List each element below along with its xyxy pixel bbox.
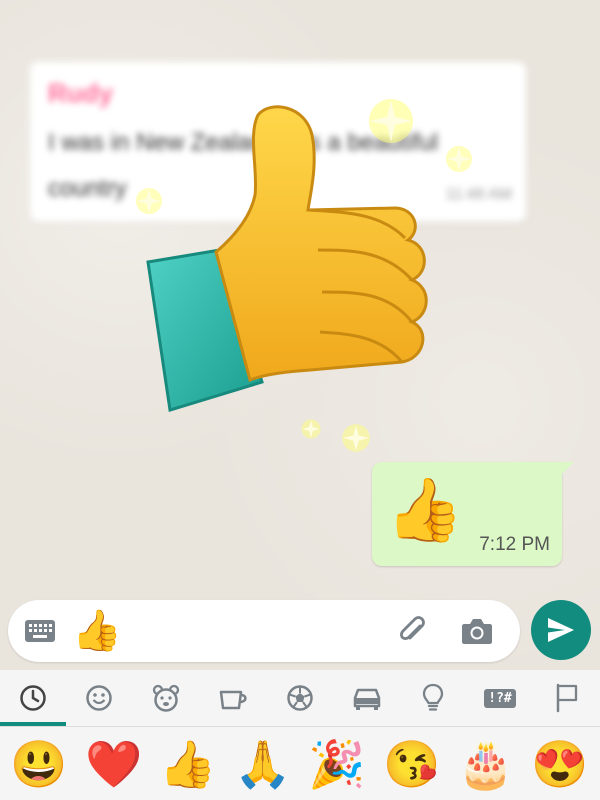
clock-icon (20, 685, 46, 711)
send-icon (548, 618, 574, 642)
tab-symbols[interactable]: !?# (478, 678, 522, 718)
soccer-ball-icon (287, 685, 313, 711)
sparkle-icon (136, 188, 162, 214)
paperclip-icon[interactable] (396, 614, 430, 648)
message-input-bar[interactable]: 👍 (8, 600, 520, 662)
emoji-red-heart[interactable]: ❤️ (81, 734, 147, 794)
car-icon (353, 688, 381, 710)
symbols-icon: !?# (484, 688, 516, 708)
flag-icon (556, 683, 578, 713)
tab-objects[interactable] (411, 678, 455, 718)
tab-animals[interactable] (144, 678, 188, 718)
lightbulb-icon (422, 683, 444, 711)
thumbs-up-animation-icon (146, 105, 428, 412)
tab-smileys[interactable] (77, 678, 121, 718)
message-time: 7:12 PM (479, 534, 550, 555)
tab-flags[interactable] (545, 678, 589, 718)
keyboard-icon[interactable] (24, 618, 56, 644)
emoji-heart-eyes[interactable]: 😍 (527, 734, 593, 794)
sparkle-icon (342, 424, 370, 452)
message-emoji: 👍 (386, 476, 464, 545)
tab-recent[interactable] (11, 678, 55, 718)
emoji-birthday-cake[interactable]: 🎂 (453, 734, 519, 794)
message-input[interactable]: 👍 (72, 606, 122, 656)
bubble-tail (560, 462, 574, 476)
message-time: 11:48 AM (445, 186, 512, 203)
message-sender: Rudy (48, 78, 113, 108)
sparkle-icon (301, 419, 321, 439)
emoji-kissing-face[interactable]: 😘 (379, 734, 445, 794)
tab-food[interactable] (211, 678, 255, 718)
tab-travel[interactable] (345, 678, 389, 718)
recent-emoji-row: 😃 ❤️ 👍 🙏 🎉 😘 🎂 😍 (0, 728, 600, 800)
cup-icon (219, 690, 247, 710)
tab-activities[interactable] (278, 678, 322, 718)
emoji-grinning[interactable]: 😃 (6, 734, 72, 794)
emoji-keyboard: !?# 😃 ❤️ 👍 🙏 🎉 😘 🎂 😍 (0, 670, 600, 800)
emoji-category-tabs: !?# (0, 670, 600, 727)
active-tab-indicator (0, 722, 66, 726)
smiley-icon (86, 685, 112, 711)
send-button[interactable] (531, 600, 591, 660)
emoji-party-popper[interactable]: 🎉 (304, 734, 370, 794)
camera-icon[interactable] (460, 616, 494, 646)
bear-icon (152, 684, 180, 712)
emoji-thumbs-up[interactable]: 👍 (155, 734, 221, 794)
sparkle-icon (369, 99, 413, 143)
sparkle-icon (446, 146, 472, 172)
outgoing-message-bubble[interactable]: 👍 7:12 PM (372, 462, 574, 566)
emoji-folded-hands[interactable]: 🙏 (230, 734, 296, 794)
